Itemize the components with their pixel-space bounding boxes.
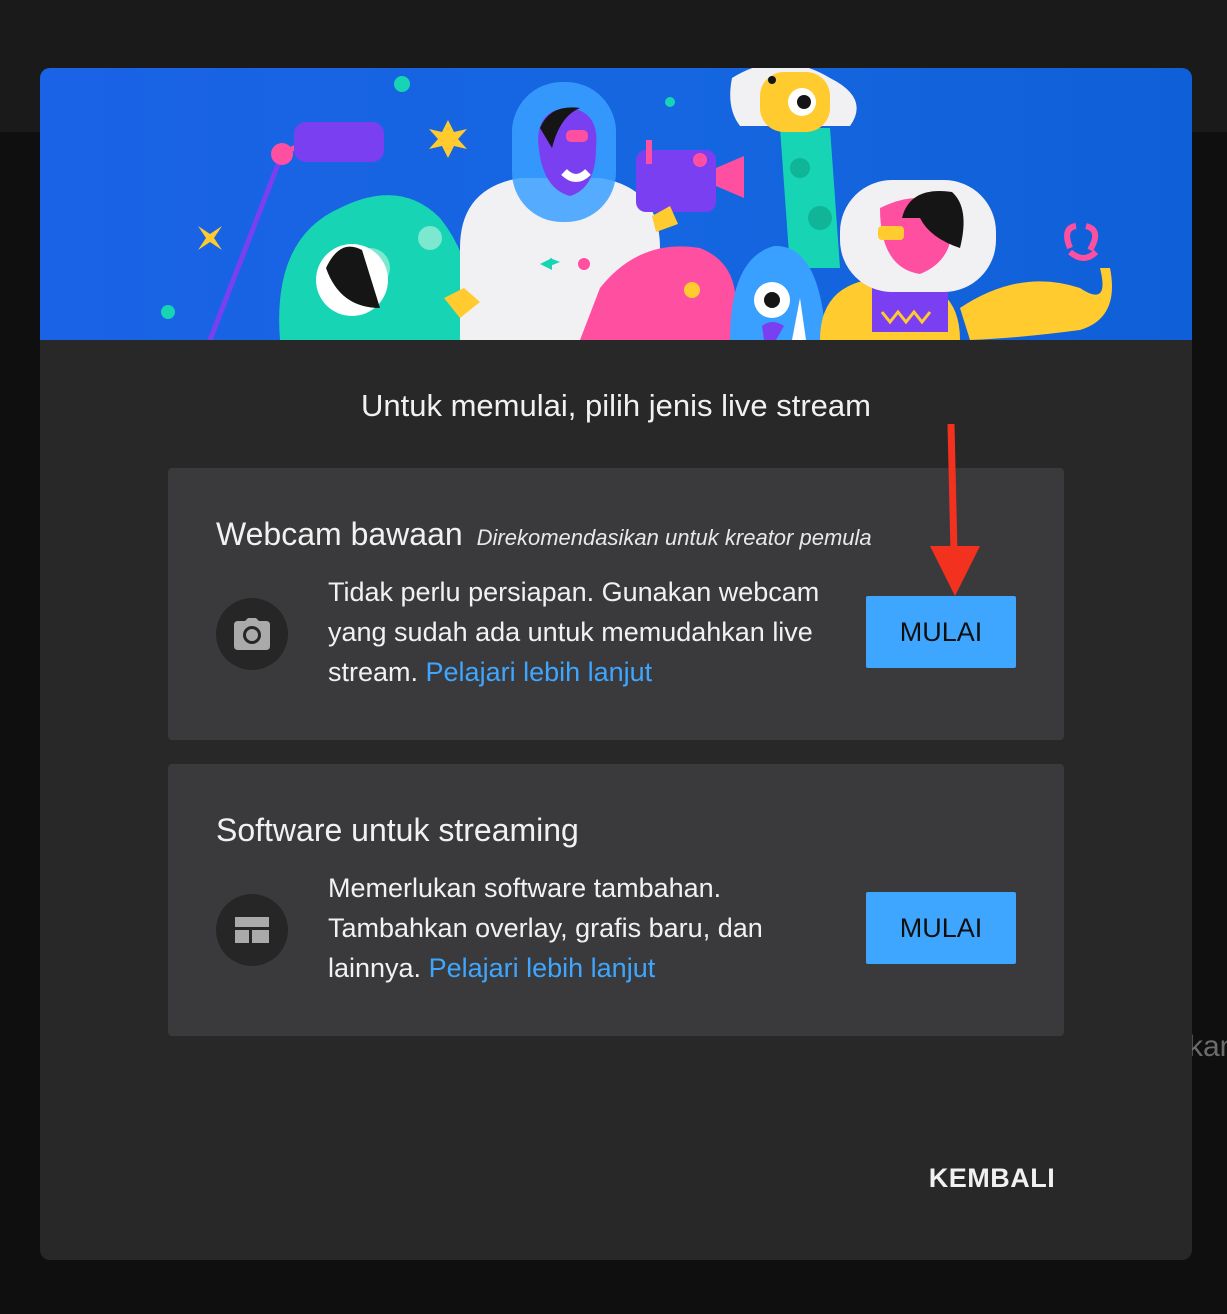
- webcam-start-button[interactable]: MULAI: [866, 596, 1016, 668]
- layout-icon: [216, 894, 288, 966]
- camera-icon: [216, 598, 288, 670]
- back-button[interactable]: KEMBALI: [912, 1148, 1072, 1208]
- banner-illustration: [40, 68, 1192, 340]
- software-option-title: Software untuk streaming: [216, 812, 579, 848]
- webcam-option-title-row: Webcam bawaan Direkomendasikan untuk krea…: [216, 516, 872, 553]
- webcam-option-description: Tidak perlu persiapan. Gunakan webcam ya…: [328, 572, 848, 692]
- webcam-option-title: Webcam bawaan: [216, 516, 463, 552]
- software-learn-more-link[interactable]: Pelajari lebih lanjut: [429, 953, 656, 983]
- creators-illustration: [161, 68, 1112, 340]
- live-stream-type-dialog: Untuk memulai, pilih jenis live stream W…: [40, 68, 1192, 1260]
- dialog-heading: Untuk memulai, pilih jenis live stream: [361, 388, 871, 423]
- software-option-card: Software untuk streaming Memerlukan soft…: [168, 764, 1064, 1036]
- webcam-learn-more-link[interactable]: Pelajari lebih lanjut: [426, 657, 653, 687]
- software-option-description: Memerlukan software tambahan. Tambahkan …: [328, 868, 848, 988]
- background-peek-text: kan: [1188, 1030, 1227, 1063]
- software-start-button[interactable]: MULAI: [866, 892, 1016, 964]
- annotation-arrow-icon: [930, 423, 980, 596]
- recommended-tag: Direkomendasikan untuk kreator pemula: [476, 525, 872, 550]
